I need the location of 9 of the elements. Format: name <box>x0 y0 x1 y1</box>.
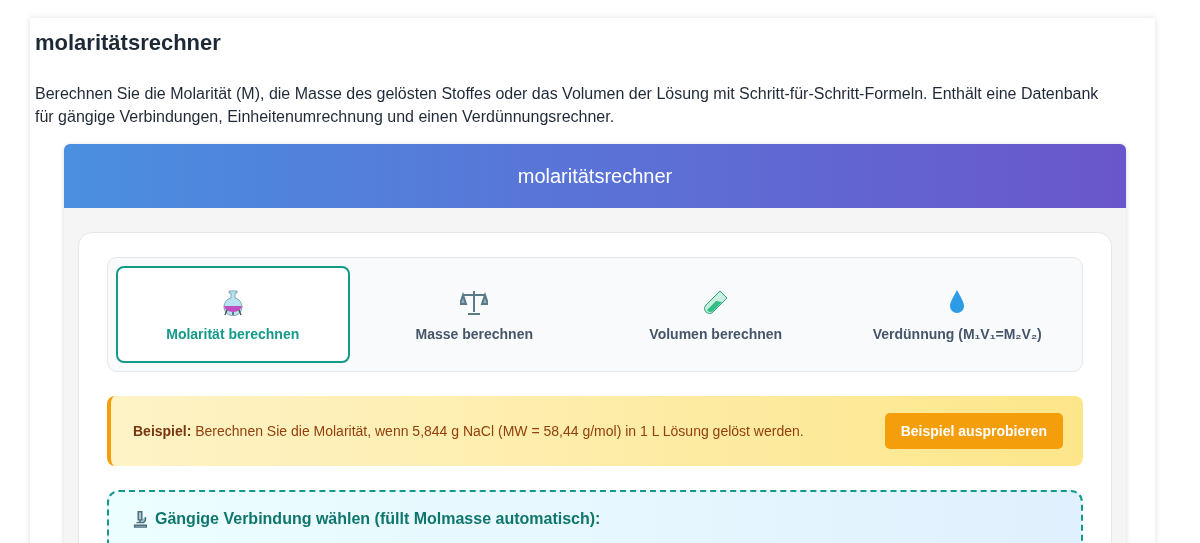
mode-tab[interactable]: Verdünnung (M₁V₁=M₂V₂) <box>840 266 1074 363</box>
mode-tab[interactable]: Molarität berechnen <box>116 266 350 363</box>
page-description: Berechnen Sie die Molarität (M), die Masse des gelösten Stoffes oder das Volumen der Lösung mit Schritt-für-Schritt-Formeln. Enthält eine Datenbank für gängige Verbindungen, Einheitenumrechnung und einen Verdünnungsrechner. <box>35 84 1100 127</box>
calculator-header: molaritätsrechner <box>64 144 1126 208</box>
mode-tab[interactable]: Masse berechnen <box>357 266 591 363</box>
example-text: Beispiel: Berechnen Sie die Molarität, wenn 5,844 g NaCl (MW = 58,44 g/mol) in 1 L Lösung gelöst werden. <box>133 423 804 439</box>
compound-heading: Gängige Verbindung wählen (füllt Molmasse automatisch): <box>155 510 601 528</box>
page-title: molaritätsrechner <box>35 30 222 56</box>
mode-tab[interactable]: Volumen berechnen <box>599 266 833 363</box>
